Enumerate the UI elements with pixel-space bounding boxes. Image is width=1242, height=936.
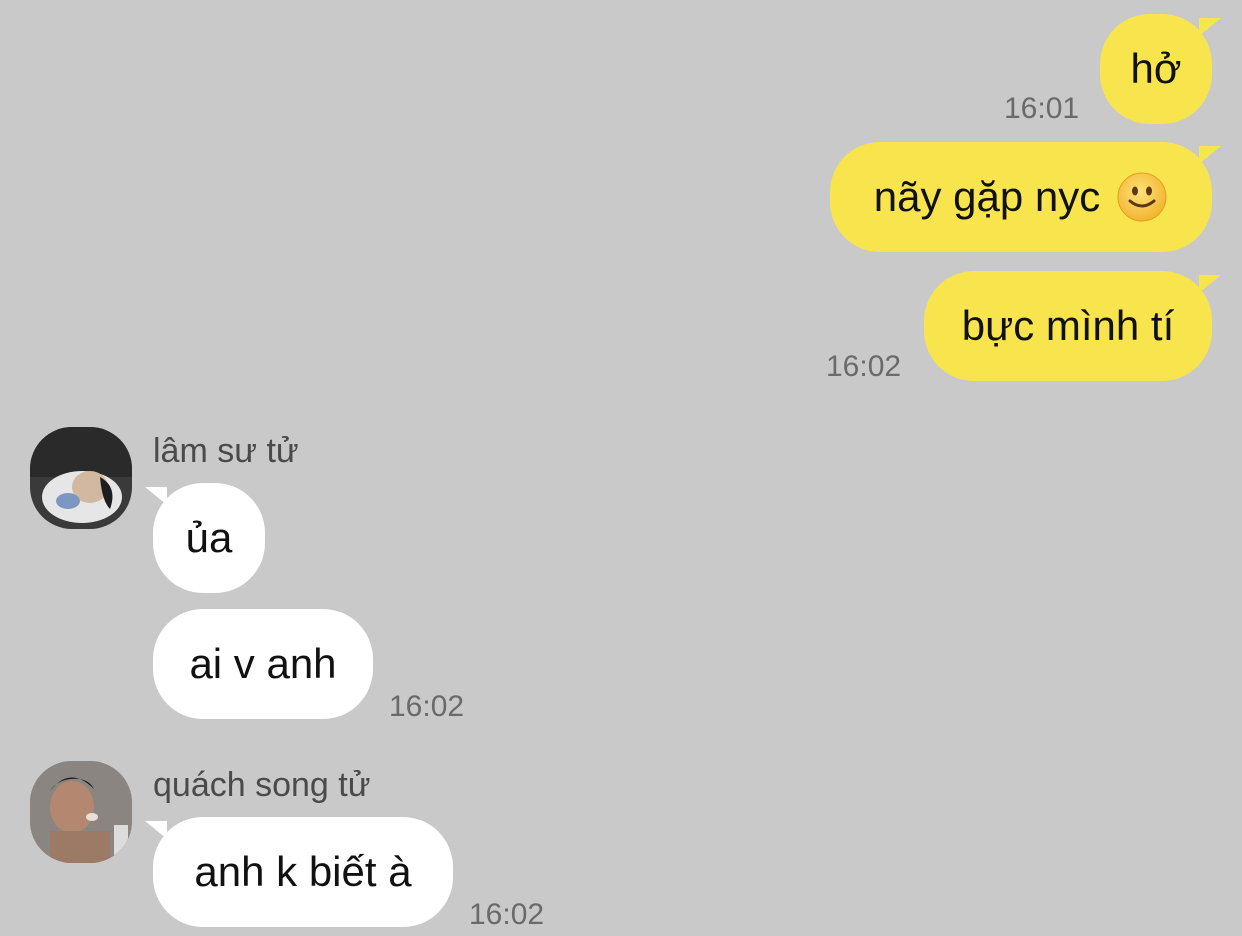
message-timestamp: 16:02 [389,690,465,723]
user-avatar[interactable] [30,761,132,863]
user-avatar-quach-image [30,761,132,863]
slightly-smiling-face-icon [1117,172,1167,222]
message-timestamp: 16:01 [1004,92,1080,125]
outgoing-bubble-tail [1199,18,1221,36]
message-text: anh k biết à [194,848,412,895]
user-avatar-lam-image [30,427,132,529]
sender-name: quách song tử [153,766,371,804]
outgoing-message-bubble[interactable]: nãy gặp nyc [830,142,1212,252]
message-timestamp: 16:02 [469,898,545,931]
incoming-message-bubble[interactable]: ai v anh [153,609,373,719]
outgoing-message-bubble[interactable]: hở [1100,14,1212,124]
sender-name: lâm sư tử [153,432,299,470]
outgoing-bubble-tail [1199,275,1221,293]
outgoing-bubble-tail [1199,146,1221,164]
user-avatar[interactable] [30,427,132,529]
outgoing-message-bubble[interactable]: bực mình tí [924,271,1212,381]
message-text: nãy gặp nyc [873,173,1101,220]
incoming-message-bubble[interactable]: anh k biết à [153,817,453,927]
message-text: ai v anh [189,640,337,687]
message-text: bực mình tí [961,302,1175,349]
incoming-message-bubble[interactable]: ủa [153,483,265,593]
message-text: hở [1130,45,1182,92]
message-timestamp: 16:02 [826,350,902,383]
message-text: ủa [185,514,233,561]
